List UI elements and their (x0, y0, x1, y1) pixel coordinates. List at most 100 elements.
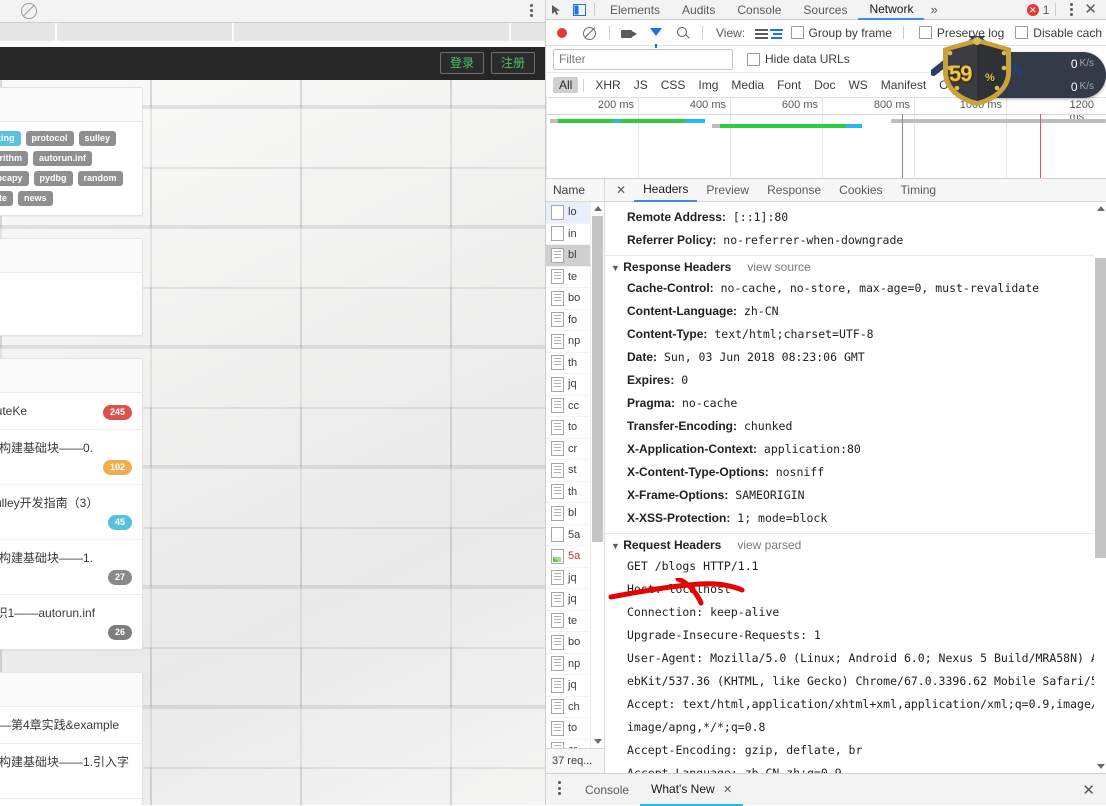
caret-down-icon: ▼ (611, 263, 620, 273)
request-header-line: image/apng,*/*;q=0.8 (627, 720, 766, 734)
list-view-icon[interactable] (752, 24, 769, 42)
list-item[interactable]: 高级教程之构建基础块——0.类与接述 102 (0, 430, 142, 485)
group-by-frame-checkbox[interactable]: Group by frame (790, 26, 892, 40)
more-tabs-icon[interactable]: » (924, 2, 943, 17)
tab-sources[interactable]: Sources (792, 1, 858, 19)
inspect-element-icon[interactable] (546, 1, 568, 19)
tab-timing[interactable]: Timing (892, 180, 946, 201)
tab-audits[interactable]: Audits (671, 1, 726, 19)
tab-console[interactable]: Console (726, 1, 792, 19)
list-item[interactable]: w安全小知识1——autorun.inf相关 26 (0, 595, 142, 649)
capture-screenshots-icon[interactable] (617, 23, 641, 43)
request-list-scrollbar[interactable] (590, 202, 604, 748)
scroll-up-arrow[interactable] (594, 206, 602, 211)
document-icon (551, 742, 564, 748)
hide-data-urls-checkbox[interactable]: Hide data URLs (747, 52, 850, 66)
view-parsed-link[interactable]: view parsed (737, 538, 801, 552)
filter-type-manifest[interactable]: Manifest (875, 77, 932, 93)
filter-type-doc[interactable]: Doc (808, 77, 841, 93)
tag-item[interactable]: news (18, 191, 53, 206)
response-headers-section-header[interactable]: ▼ Response Headers view source (605, 255, 1106, 277)
document-icon (551, 505, 564, 521)
tag-item[interactable]: website (0, 191, 14, 206)
clear-button[interactable] (578, 23, 602, 43)
view-source-link[interactable]: view source (747, 260, 810, 274)
error-count-badge[interactable]: ✕ 1 (1026, 2, 1050, 17)
devtools-menu-icon[interactable] (1070, 3, 1074, 16)
drawer-tab-whats-new[interactable]: What's New ✕ (640, 774, 744, 806)
document-icon (551, 290, 564, 306)
filter-type-xhr[interactable]: XHR (589, 77, 626, 93)
tab-response[interactable]: Response (758, 180, 830, 201)
tag-item[interactable]: pcapy (0, 171, 29, 186)
drawer-tab-console[interactable]: Console (574, 775, 640, 805)
tag-item[interactable]: sulley (78, 131, 117, 146)
toggle-device-toolbar-icon[interactable] (568, 1, 590, 19)
search-icon[interactable] (671, 23, 695, 43)
header-line: Transfer-Encoding: chunked (605, 415, 1106, 438)
netspeed-floating-widget[interactable]: 0 K/s 0 K/s 59 % (929, 21, 1106, 108)
register-button[interactable]: 注册 (490, 52, 535, 74)
tag-item[interactable]: protocol (25, 131, 74, 146)
scroll-down-arrow[interactable] (594, 739, 602, 744)
tab-elements[interactable]: Elements (599, 1, 671, 19)
login-button[interactable]: 登录 (439, 52, 484, 74)
error-count-label: 1 (1042, 2, 1050, 17)
filter-type-img[interactable]: Img (692, 77, 724, 93)
request-name: cr (568, 442, 578, 455)
waterfall-view-icon[interactable] (767, 24, 784, 42)
filter-type-css[interactable]: CSS (655, 77, 692, 93)
tag-item[interactable]: autorun.inf (33, 151, 93, 166)
list-item[interactable]: 高级教程之构建基础块——1.引入字实践 (0, 744, 142, 799)
shield-badge-icon[interactable]: 59 % (929, 21, 1025, 108)
tag-item[interactable]: algorithm (0, 151, 29, 166)
device-emulation-toolbar: ne ▼ (0, 0, 545, 23)
document-icon (551, 527, 564, 543)
article-title: 高级教程之构建基础块——1.引入字 (0, 551, 94, 565)
network-overview-timeline[interactable]: 200 ms 400 ms 600 ms 800 ms 1000 ms 1200… (546, 98, 1106, 179)
details-scrollbar[interactable] (1094, 202, 1106, 773)
scroll-up-arrow[interactable] (1097, 206, 1105, 211)
tab-network[interactable]: Network (858, 0, 925, 20)
request-name: 5a (568, 528, 581, 541)
rotate-icon[interactable] (21, 3, 38, 19)
tag-item[interactable]: pydbg (33, 171, 73, 186)
hot-users-card: 热门用户 (0, 238, 143, 336)
drawer-menu-icon[interactable] (558, 781, 561, 798)
filter-type-font[interactable]: Font (771, 77, 807, 93)
close-drawer-icon[interactable]: ✕ (1082, 781, 1106, 799)
list-item[interactable]: 学习笔记——第4章实践&example (0, 707, 142, 744)
close-details-icon[interactable]: ✕ (608, 183, 634, 197)
column-header-name[interactable]: Name (546, 179, 604, 202)
filter-type-media[interactable]: Media (725, 77, 770, 93)
tag-item[interactable]: random (77, 171, 123, 186)
request-rows[interactable]: lo in bl te bo fo np th jq cc to cr st t… (546, 202, 604, 748)
latest-posts-list: 学习笔记——第4章实践&example 高级教程之构建基础块——1.引入字实践 … (0, 707, 142, 805)
close-devtools-icon[interactable]: ✕ (1081, 2, 1100, 17)
tab-headers[interactable]: Headers (634, 179, 698, 202)
header-line: X-XSS-Protection: 1; mode=block (605, 507, 1106, 530)
request-name: to (568, 722, 578, 735)
scroll-down-arrow[interactable] (1097, 764, 1105, 769)
list-item[interactable]: 测试工具Sulley开发指南（3）——基础 45 (0, 485, 142, 540)
tab-preview[interactable]: Preview (697, 180, 758, 201)
close-tab-icon[interactable]: ✕ (723, 784, 732, 796)
document-icon (551, 419, 564, 435)
tag-item[interactable]: fuzzing (0, 131, 21, 146)
document-icon (551, 204, 564, 220)
overview-bar (550, 119, 705, 123)
request-headers-section-header[interactable]: ▼ Request Headers view parsed (605, 533, 1106, 555)
tab-cookies[interactable]: Cookies (830, 180, 891, 201)
filter-toggle-icon[interactable] (644, 23, 668, 48)
request-name: te (568, 614, 578, 627)
list-item[interactable]: 个人网站CuteKe 245 (0, 393, 142, 430)
record-button[interactable] (551, 23, 575, 43)
list-item[interactable]: 高级教程之构建基础块——1.引入字 (0, 799, 142, 805)
device-toolbar-menu-icon[interactable] (530, 4, 533, 18)
filter-type-js[interactable]: JS (628, 77, 654, 93)
filter-input[interactable] (553, 48, 733, 70)
list-item[interactable]: 高级教程之构建基础块——1.引入字 27 (0, 540, 142, 595)
device-selector[interactable]: ne ▼ (0, 3, 38, 19)
filter-type-ws[interactable]: WS (842, 77, 873, 93)
filter-type-all[interactable]: All (553, 77, 579, 93)
